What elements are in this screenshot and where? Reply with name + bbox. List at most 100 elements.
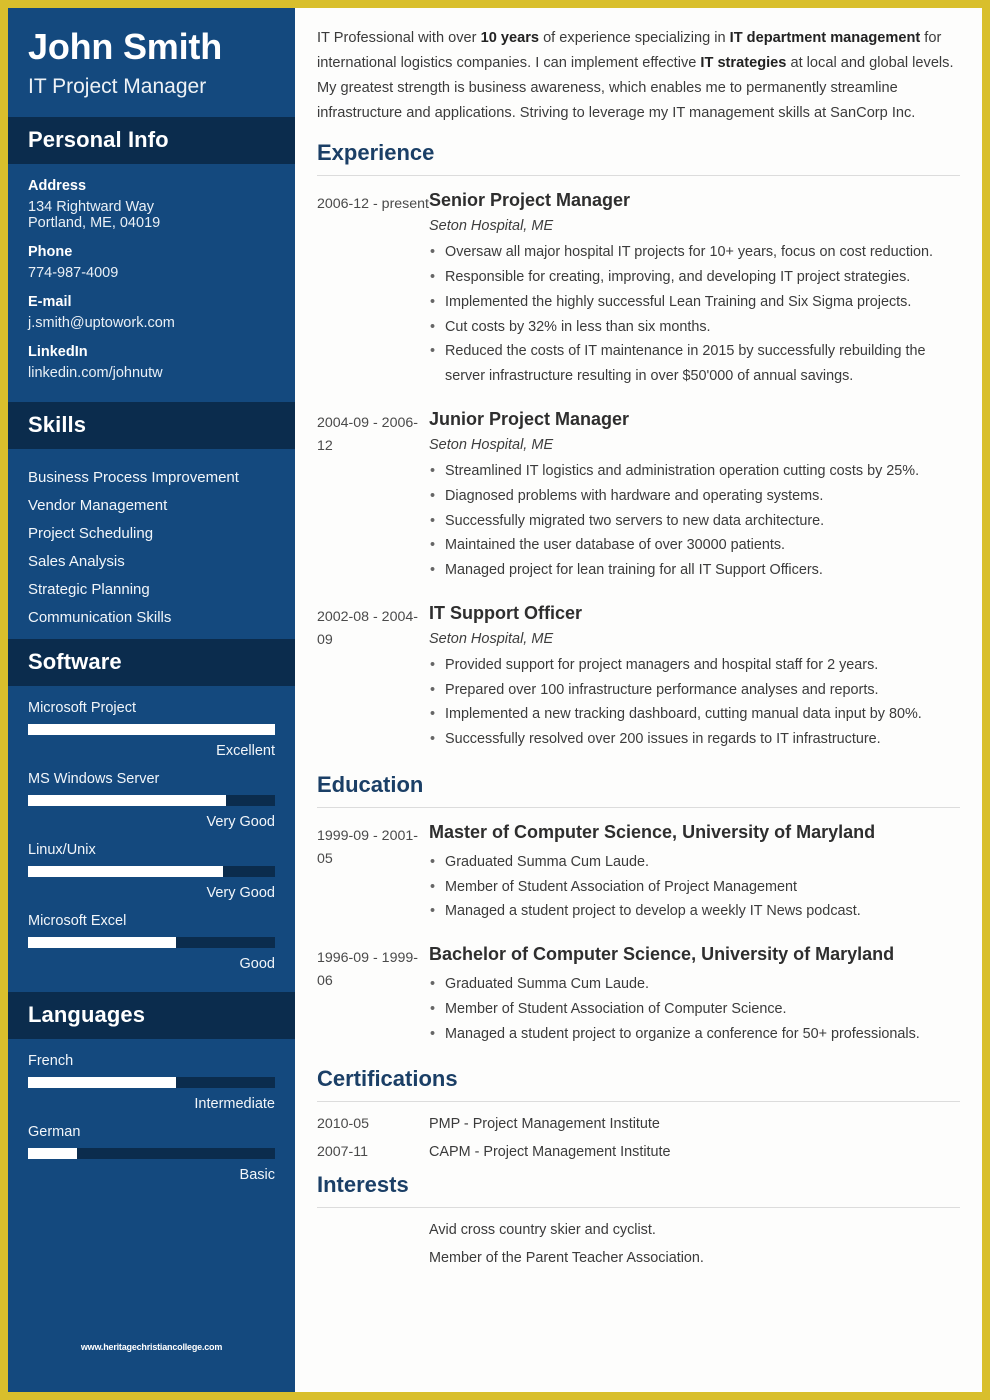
bullet: Managed project for lean training for al… — [429, 558, 960, 583]
section-experience: Experience 2006-12 - present Senior Proj… — [317, 140, 960, 752]
rating-bar — [28, 724, 275, 736]
bullet: Managed a student project to develop a w… — [429, 899, 960, 924]
rating-bar-fill — [28, 1148, 78, 1160]
rating-bar-fill — [28, 866, 224, 878]
field-email: E-mail j.smith@uptowork.com — [28, 294, 275, 331]
certification-row: 2007-11 CAPM - Project Management Instit… — [317, 1144, 960, 1160]
field-address: Address 134 Rightward Way Portland, ME, … — [28, 178, 275, 231]
entry-body: Senior Project Manager Seton Hospital, M… — [429, 190, 960, 389]
candidate-name: John Smith — [28, 26, 222, 67]
skills-heading-band: Skills — [8, 402, 295, 450]
entry-dates: 1999-09 - 2001-05 — [317, 827, 418, 867]
software-body: Microsoft Project Excellent MS Windows S… — [8, 686, 295, 992]
entry-title: Bachelor of Computer Science, University… — [429, 944, 895, 965]
bullet: Implemented a new tracking dashboard, cu… — [429, 702, 960, 727]
bullet: Cut costs by 32% in less than six months… — [429, 315, 960, 340]
certification-date: 2007-11 — [317, 1144, 369, 1161]
rating-bar-fill — [28, 724, 275, 736]
personal-info-heading: Personal Info — [28, 127, 169, 153]
list-item: Sales Analysis — [28, 552, 125, 570]
experience-entry: 2002-08 - 2004-09 IT Support Officer Set… — [317, 603, 960, 752]
bullet: Maintained the user database of over 300… — [429, 533, 960, 558]
field-label: Phone — [28, 244, 73, 261]
field-label: E-mail — [28, 294, 72, 311]
rated-item-name: German — [28, 1124, 81, 1141]
list-item: Microsoft Project Excellent — [28, 700, 275, 759]
entry-bullets: Provided support for project managers an… — [429, 653, 960, 752]
entry-dates: 2006-12 - present — [317, 196, 429, 213]
field-value[interactable]: linkedin.com/johnutw — [28, 365, 275, 381]
bullet: Successfully resolved over 200 issues in… — [429, 727, 960, 752]
entry-dates: 2004-09 - 2006-12 — [317, 414, 418, 454]
list-item: Linux/Unix Very Good — [28, 842, 275, 901]
entry-bullets: Oversaw all major hospital IT projects f… — [429, 240, 960, 389]
interest-spacer — [317, 1222, 429, 1238]
list-item: Microsoft Excel Good — [28, 913, 275, 972]
skills-body: Business Process Improvement Vendor Mana… — [8, 449, 295, 639]
rating-bar-fill — [28, 937, 177, 949]
summary-bold1: 10 years — [480, 30, 540, 46]
rated-item-name: Microsoft Project — [28, 700, 136, 717]
main-content: IT Professional with over 10 years of ex… — [295, 8, 982, 1392]
entry-title: Junior Project Manager — [429, 408, 630, 429]
software-heading: Software — [28, 649, 122, 675]
rating-bar-fill — [28, 1077, 177, 1089]
education-entry: 1996-09 - 1999-06 Bachelor of Computer S… — [317, 944, 960, 1046]
rated-item-level: Very Good — [206, 885, 275, 902]
bullet: Responsible for creating, improving, and… — [429, 265, 960, 290]
rated-item-name: French — [28, 1053, 74, 1070]
personal-info-heading-band: Personal Info — [8, 117, 295, 165]
rating-bar — [28, 795, 275, 807]
bullet: Provided support for project managers an… — [429, 653, 960, 678]
rated-item-name: Microsoft Excel — [28, 913, 127, 930]
personal-info-body: Address 134 Rightward Way Portland, ME, … — [8, 164, 295, 402]
bullet: Oversaw all major hospital IT projects f… — [429, 240, 960, 265]
certification-row: 2010-05 PMP - Project Management Institu… — [317, 1116, 960, 1132]
bullet: Graduated Summa Cum Laude. — [429, 972, 960, 997]
divider — [317, 1101, 960, 1103]
bullet: Managed a student project to organize a … — [429, 1022, 960, 1047]
field-label: LinkedIn — [28, 344, 88, 361]
bullet: Prepared over 100 infrastructure perform… — [429, 678, 960, 703]
software-heading-band: Software — [8, 639, 295, 687]
field-value: 134 Rightward Way — [28, 199, 154, 216]
entry-title: Senior Project Manager — [429, 190, 631, 211]
rating-bar — [28, 866, 275, 878]
experience-entry: 2006-12 - present Senior Project Manager… — [317, 190, 960, 389]
rated-item-level: Intermediate — [194, 1096, 275, 1113]
section-certifications: Certifications 2010-05 PMP - Project Man… — [317, 1066, 960, 1160]
certification-text: CAPM - Project Management Institute — [429, 1144, 671, 1161]
bullet: Streamlined IT logistics and administrat… — [429, 459, 960, 484]
divider — [317, 806, 960, 808]
list-item: Communication Skills — [28, 608, 172, 626]
certification-text: PMP - Project Management Institute — [429, 1116, 660, 1133]
interest-spacer — [317, 1250, 429, 1266]
watermark: www.heritagechristiancollege.com — [80, 1342, 223, 1352]
field-value[interactable]: 774-987-4009 — [28, 265, 275, 281]
interests-heading: Interests — [317, 1172, 409, 1198]
bullet: Successfully migrated two servers to new… — [429, 509, 960, 534]
summary-part2: of experience specializing in — [539, 30, 730, 46]
bullet: Member of Student Association of Compute… — [429, 997, 960, 1022]
entry-body: Junior Project Manager Seton Hospital, M… — [429, 409, 960, 583]
certification-date: 2010-05 — [317, 1116, 370, 1133]
entry-dates: 2002-08 - 2004-09 — [317, 608, 418, 648]
bullet: Reduced the costs of IT maintenance in 2… — [429, 339, 960, 389]
rated-item-level: Excellent — [216, 743, 275, 760]
education-entry: 1999-09 - 2001-05 Master of Computer Sci… — [317, 822, 960, 924]
rated-item-name: Linux/Unix — [28, 842, 96, 859]
experience-entry: 2004-09 - 2006-12 Junior Project Manager… — [317, 409, 960, 583]
divider — [317, 175, 960, 177]
entry-title: IT Support Officer — [429, 602, 582, 623]
interest-row: Member of the Parent Teacher Association… — [317, 1250, 960, 1266]
name-block: John Smith IT Project Manager — [8, 8, 295, 117]
bullet: Diagnosed problems with hardware and ope… — [429, 484, 960, 509]
professional-summary: IT Professional with over 10 years of ex… — [317, 26, 960, 126]
entry-dates: 1996-09 - 1999-06 — [317, 950, 418, 990]
resume-page: John Smith IT Project Manager Personal I… — [0, 0, 990, 1400]
rated-item-level: Basic — [239, 1167, 275, 1184]
section-interests: Interests Avid cross country skier and c… — [317, 1172, 960, 1266]
rated-item-level: Very Good — [206, 814, 275, 831]
field-value[interactable]: j.smith@uptowork.com — [28, 315, 275, 331]
bullet: Graduated Summa Cum Laude. — [429, 850, 960, 875]
